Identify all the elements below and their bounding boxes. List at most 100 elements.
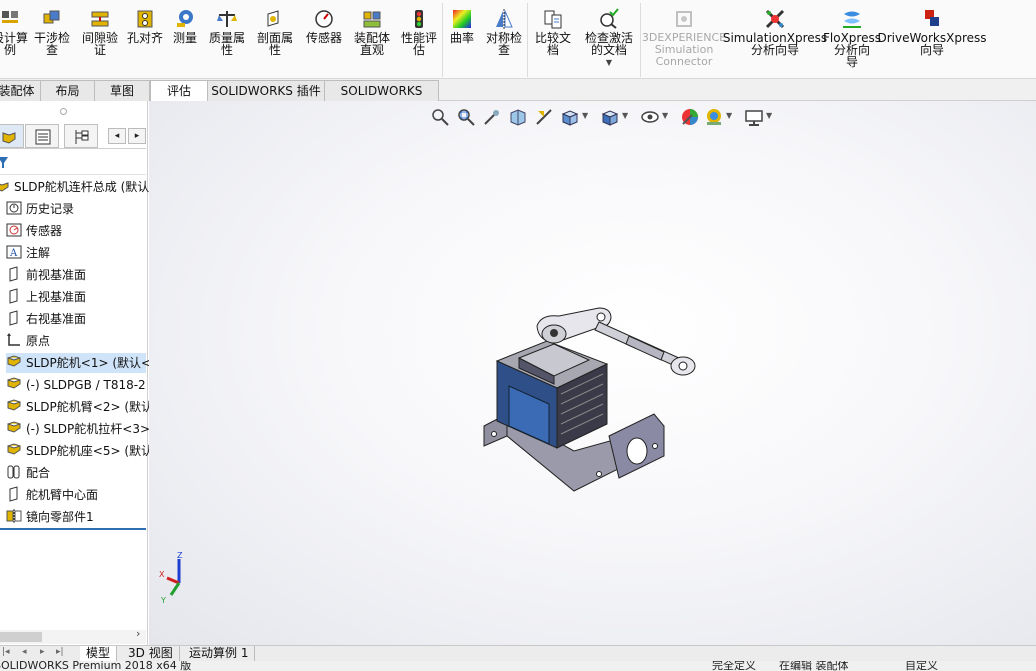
- zoom-to-area-icon[interactable]: [456, 107, 476, 127]
- clearance-verify-button[interactable]: 间隙验 证: [76, 0, 124, 78]
- sensor-button[interactable]: 传感器: [300, 0, 348, 78]
- feature-manager-tab[interactable]: [0, 124, 24, 148]
- mass-properties-button[interactable]: 质量属 性: [204, 0, 250, 78]
- display-style-icon[interactable]: [600, 107, 620, 127]
- previous-tab-icon[interactable]: ◂: [22, 647, 27, 657]
- zoom-to-fit-icon[interactable]: [430, 107, 450, 127]
- view-settings-icon[interactable]: [744, 107, 764, 127]
- tree-item-label: (-) SLDP舵机拉杆<3>: [26, 422, 151, 436]
- part-icon: [6, 442, 22, 458]
- interference-check-button[interactable]: 干涉检 查: [28, 0, 76, 78]
- previous-view-icon[interactable]: [482, 107, 502, 127]
- chevron-down-icon[interactable]: ▼: [582, 111, 588, 120]
- tab-assembly[interactable]: 装配体: [0, 80, 41, 101]
- dynamic-annotation-icon[interactable]: [534, 107, 554, 127]
- section-view-icon[interactable]: [508, 107, 528, 127]
- tab-3d-view[interactable]: 3D 视图: [122, 646, 180, 662]
- design-study-button[interactable]: 设计算 例: [0, 0, 28, 78]
- apply-scene-icon[interactable]: [704, 107, 724, 127]
- tree-item[interactable]: (-) SLDPGB / T818-2: [6, 375, 146, 395]
- scroll-left-icon[interactable]: ◂: [108, 128, 126, 144]
- horizontal-scrollbar[interactable]: ›: [0, 627, 146, 644]
- edit-appearance-icon[interactable]: [680, 107, 700, 127]
- view-orientation-icon[interactable]: [560, 107, 580, 127]
- tree-item-label: 右视基准面: [26, 312, 87, 326]
- chevron-down-icon[interactable]: ▼: [606, 58, 612, 67]
- symmetry-check-button[interactable]: 对称检 查: [481, 0, 527, 78]
- panel-pin-icon[interactable]: [60, 108, 67, 115]
- ribbon-button-label: 3DEXPERIENCE Simulation Connector: [641, 31, 727, 68]
- tree-item[interactable]: SLDP舵机<1> (默认<: [6, 353, 151, 373]
- check-active-document-button[interactable]: 检查激活 的文档 ▼: [578, 0, 640, 78]
- first-tab-icon[interactable]: |◂: [2, 647, 10, 657]
- floxpress-icon: [843, 11, 861, 28]
- driveworksxpress-icon: [925, 10, 939, 26]
- tab-evaluate[interactable]: 评估: [150, 80, 208, 102]
- tree-item[interactable]: 前视基准面: [6, 265, 146, 285]
- tree-item[interactable]: 上视基准面: [6, 287, 146, 307]
- rollback-bar[interactable]: [0, 528, 146, 530]
- y-axis-label: Y: [160, 596, 166, 605]
- tree-item[interactable]: SLDP舵机臂<2> (默认: [6, 397, 153, 417]
- simulationxpress-button[interactable]: SimulationXpress 分析向导: [723, 0, 827, 78]
- section-properties-button[interactable]: 剖面属 性: [250, 0, 300, 78]
- tree-item[interactable]: 舵机臂中心面: [6, 485, 146, 505]
- tree-item-label: SLDP舵机座<5> (默认: [26, 444, 154, 458]
- tree-item[interactable]: 镜向零部件1: [6, 507, 146, 527]
- floxpress-button[interactable]: FloXpress 分析向 导: [823, 0, 881, 78]
- check-active-document-icon: [600, 8, 619, 29]
- tab-solidworks-addins[interactable]: SOLIDWORKS 插件: [207, 80, 325, 101]
- sensor-icon: [6, 222, 22, 238]
- last-tab-icon[interactable]: ▸|: [56, 647, 64, 657]
- curvature-icon: [453, 10, 471, 28]
- compare-documents-button[interactable]: 比较文 档: [528, 0, 578, 78]
- configuration-manager-tab[interactable]: [64, 124, 98, 148]
- plane-icon: [6, 266, 22, 282]
- status-units[interactable]: 自定义: [905, 661, 938, 671]
- status-product-version: SOLIDWORKS Premium 2018 x64 版: [0, 661, 192, 671]
- tab-sketch[interactable]: 草图: [94, 80, 150, 101]
- tab-motion-study-1[interactable]: 运动算例 1: [183, 646, 256, 662]
- chevron-right-icon[interactable]: ›: [136, 627, 140, 640]
- performance-evaluation-button[interactable]: 性能评 估: [396, 0, 442, 78]
- tree-item-label: 传感器: [26, 224, 63, 238]
- tree-item[interactable]: SLDP舵机连杆总成 (默认: [0, 177, 149, 197]
- servo-linkage-assembly-model[interactable]: [479, 296, 719, 501]
- tree-item[interactable]: 右视基准面: [6, 309, 146, 329]
- hide-show-items-icon[interactable]: [640, 107, 660, 127]
- tree-item[interactable]: A 注解: [6, 243, 146, 263]
- chevron-down-icon[interactable]: ▼: [766, 111, 772, 120]
- performance-evaluation-icon: [415, 10, 423, 28]
- tab-solidworks-mbd[interactable]: SOLIDWORKS MBD: [324, 80, 439, 118]
- ribbon-button-label: 比较文 档: [534, 31, 571, 57]
- assembly-visualization-button[interactable]: 装配体 直观: [348, 0, 396, 78]
- chevron-down-icon[interactable]: ▼: [622, 111, 628, 120]
- tree-item[interactable]: SLDP舵机座<5> (默认: [6, 441, 153, 461]
- tree-item[interactable]: 传感器: [6, 221, 146, 241]
- next-tab-icon[interactable]: ▸: [40, 647, 45, 657]
- driveworksxpress-button[interactable]: DriveWorksXpress 向导: [877, 0, 987, 78]
- scroll-right-icon[interactable]: ▸: [128, 128, 146, 144]
- tree-item-label: 舵机臂中心面: [26, 488, 99, 502]
- tab-layout[interactable]: 布局: [40, 80, 95, 101]
- curvature-button[interactable]: 曲率: [443, 0, 481, 78]
- graphics-viewport[interactable]: ▼ ▼ ▼ ▼ ▼ Z X Y: [149, 101, 1036, 645]
- measure-button[interactable]: 测量: [166, 0, 204, 78]
- arm-hub-screw: [550, 329, 558, 337]
- tab-scroll-arrows[interactable]: |◂ ◂ ▸ ▸|: [0, 647, 72, 660]
- ribbon-button-label: 检查激活 的文档: [584, 31, 633, 57]
- tree-filter[interactable]: [0, 151, 146, 175]
- chevron-down-icon[interactable]: ▼: [662, 111, 668, 120]
- tree-item[interactable]: (-) SLDP舵机拉杆<3>: [6, 419, 150, 439]
- tree-item[interactable]: 配合: [6, 463, 146, 483]
- chevron-down-icon[interactable]: ▼: [726, 111, 732, 120]
- hole-alignment-button[interactable]: 孔对齐: [124, 0, 166, 78]
- tab-model[interactable]: 模型: [80, 646, 118, 662]
- tree-item[interactable]: 原点: [6, 331, 146, 351]
- feature-tree-icon: [2, 132, 16, 144]
- scrollbar-thumb[interactable]: [0, 632, 42, 642]
- mirror-component-icon: [6, 508, 22, 524]
- ribbon-button-label: 间隙验 证: [81, 31, 118, 57]
- tree-item[interactable]: 历史记录: [6, 199, 146, 219]
- property-manager-tab[interactable]: [25, 124, 59, 148]
